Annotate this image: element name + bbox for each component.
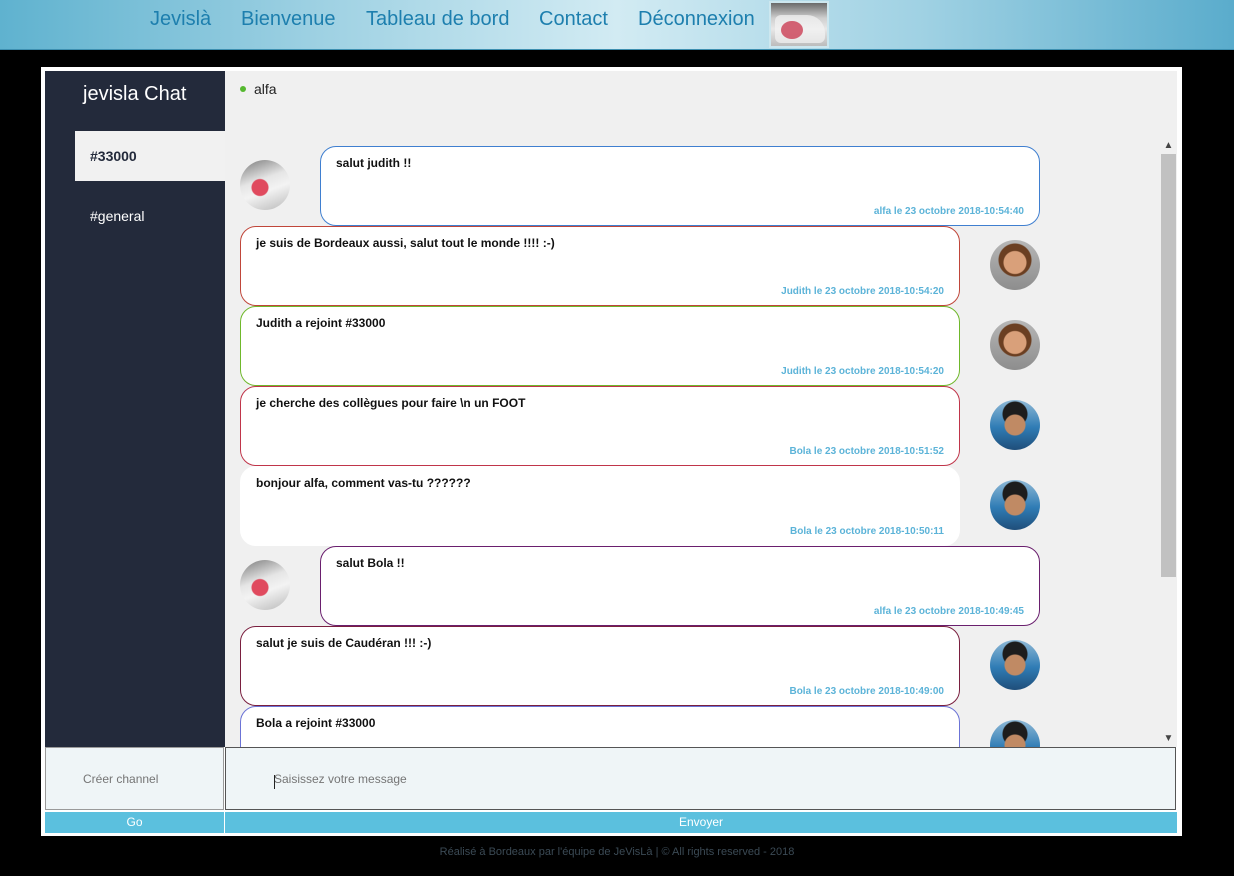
message-bubble: bonjour alfa, comment vas-tu ?????? Bola… xyxy=(240,466,960,546)
message-bubble: salut Bola !! alfa le 23 octobre 2018-10… xyxy=(320,546,1040,626)
channel-item-33000[interactable]: #33000 xyxy=(75,131,225,181)
online-user-name: alfa xyxy=(254,81,277,97)
create-channel-box xyxy=(45,747,224,810)
message-meta: Bola le 23 octobre 2018-10:51:52 xyxy=(789,446,944,457)
channel-item-general[interactable]: #general xyxy=(75,191,225,241)
profile-avatar[interactable] xyxy=(769,1,829,48)
user-avatar xyxy=(240,160,290,210)
message-bubble: Judith a rejoint #33000 Judith le 23 oct… xyxy=(240,306,960,386)
message-bubble: Bola a rejoint #33000 xyxy=(240,706,960,747)
message-text: bonjour alfa, comment vas-tu ?????? xyxy=(256,476,471,490)
nav-link-contact[interactable]: Contact xyxy=(539,8,608,31)
message-text: Bola a rejoint #33000 xyxy=(256,716,376,730)
channel-sidebar: jevisla Chat #33000 #general xyxy=(45,71,225,747)
message-text: Judith a rejoint #33000 xyxy=(256,316,386,330)
message-meta: Judith le 23 octobre 2018-10:54:20 xyxy=(781,366,944,377)
message-bubble: je cherche des collègues pour faire \n u… xyxy=(240,386,960,466)
message-text: je suis de Bordeaux aussi, salut tout le… xyxy=(256,236,555,250)
scroll-up-icon[interactable]: ▲ xyxy=(1160,137,1177,154)
user-avatar xyxy=(990,720,1040,747)
user-avatar xyxy=(990,240,1040,290)
message-meta: Bola le 23 octobre 2018-10:49:00 xyxy=(789,686,944,697)
message-item: Judith a rejoint #33000 Judith le 23 oct… xyxy=(225,306,1045,386)
avatar-image-part xyxy=(781,21,803,39)
message-bubble: je suis de Bordeaux aussi, salut tout le… xyxy=(240,226,960,306)
text-caret xyxy=(274,775,275,789)
chat-panel: jevisla Chat #33000 #general alfa salut … xyxy=(41,67,1182,836)
message-text: salut Bola !! xyxy=(336,556,405,570)
footer-text: Réalisé à Bordeaux par l'équipe de JeVis… xyxy=(439,846,795,858)
message-text: salut judith !! xyxy=(336,156,412,170)
message-meta: Judith le 23 octobre 2018-10:54:20 xyxy=(781,286,944,297)
create-channel-input[interactable] xyxy=(46,748,223,809)
nav-link-deconnexion[interactable]: Déconnexion xyxy=(638,8,755,31)
message-text: salut je suis de Caudéran !!! :-) xyxy=(256,636,432,650)
user-avatar xyxy=(240,560,290,610)
message-item: je cherche des collègues pour faire \n u… xyxy=(225,386,1045,466)
user-avatar xyxy=(990,640,1040,690)
message-bubble: salut judith !! alfa le 23 octobre 2018-… xyxy=(320,146,1040,226)
top-navigation: Jevislà Bienvenue Tableau de bord Contac… xyxy=(0,0,1234,50)
online-status-icon xyxy=(240,86,246,92)
chat-title: jevisla Chat xyxy=(83,83,187,105)
message-meta: Bola le 23 octobre 2018-10:50:11 xyxy=(790,526,944,537)
message-text: je cherche des collègues pour faire \n u… xyxy=(256,396,526,410)
message-scrollbar[interactable]: ▲ ▼ xyxy=(1160,137,1177,747)
message-item: salut je suis de Caudéran !!! :-) Bola l… xyxy=(225,626,1045,706)
message-list[interactable]: salut judith !! alfa le 23 octobre 2018-… xyxy=(225,137,1161,747)
message-bubble: salut je suis de Caudéran !!! :-) Bola l… xyxy=(240,626,960,706)
message-item: je suis de Bordeaux aussi, salut tout le… xyxy=(225,226,1045,306)
nav-link-tableau-de-bord[interactable]: Tableau de bord xyxy=(366,8,509,31)
message-item: bonjour alfa, comment vas-tu ?????? Bola… xyxy=(225,466,1045,546)
user-avatar xyxy=(990,320,1040,370)
message-meta: alfa le 23 octobre 2018-10:54:40 xyxy=(873,206,1024,217)
message-meta: alfa le 23 octobre 2018-10:49:45 xyxy=(873,606,1024,617)
scroll-thumb[interactable] xyxy=(1161,154,1176,577)
nav-link-bienvenue[interactable]: Bienvenue xyxy=(241,8,336,31)
go-button[interactable]: Go xyxy=(45,812,224,833)
user-avatar xyxy=(990,400,1040,450)
message-box xyxy=(225,747,1176,810)
message-input[interactable] xyxy=(226,748,1175,809)
user-avatar xyxy=(990,480,1040,530)
message-item: salut Bola !! alfa le 23 octobre 2018-10… xyxy=(225,546,1045,626)
message-item: Bola a rejoint #33000 xyxy=(225,706,1045,747)
nav-link-jevisla[interactable]: Jevislà xyxy=(150,8,211,31)
scroll-down-icon[interactable]: ▼ xyxy=(1160,730,1177,747)
message-item: salut judith !! alfa le 23 octobre 2018-… xyxy=(225,146,1045,226)
send-button[interactable]: Envoyer xyxy=(225,812,1177,833)
chat-content: alfa salut judith !! alfa le 23 octobre … xyxy=(225,71,1177,747)
